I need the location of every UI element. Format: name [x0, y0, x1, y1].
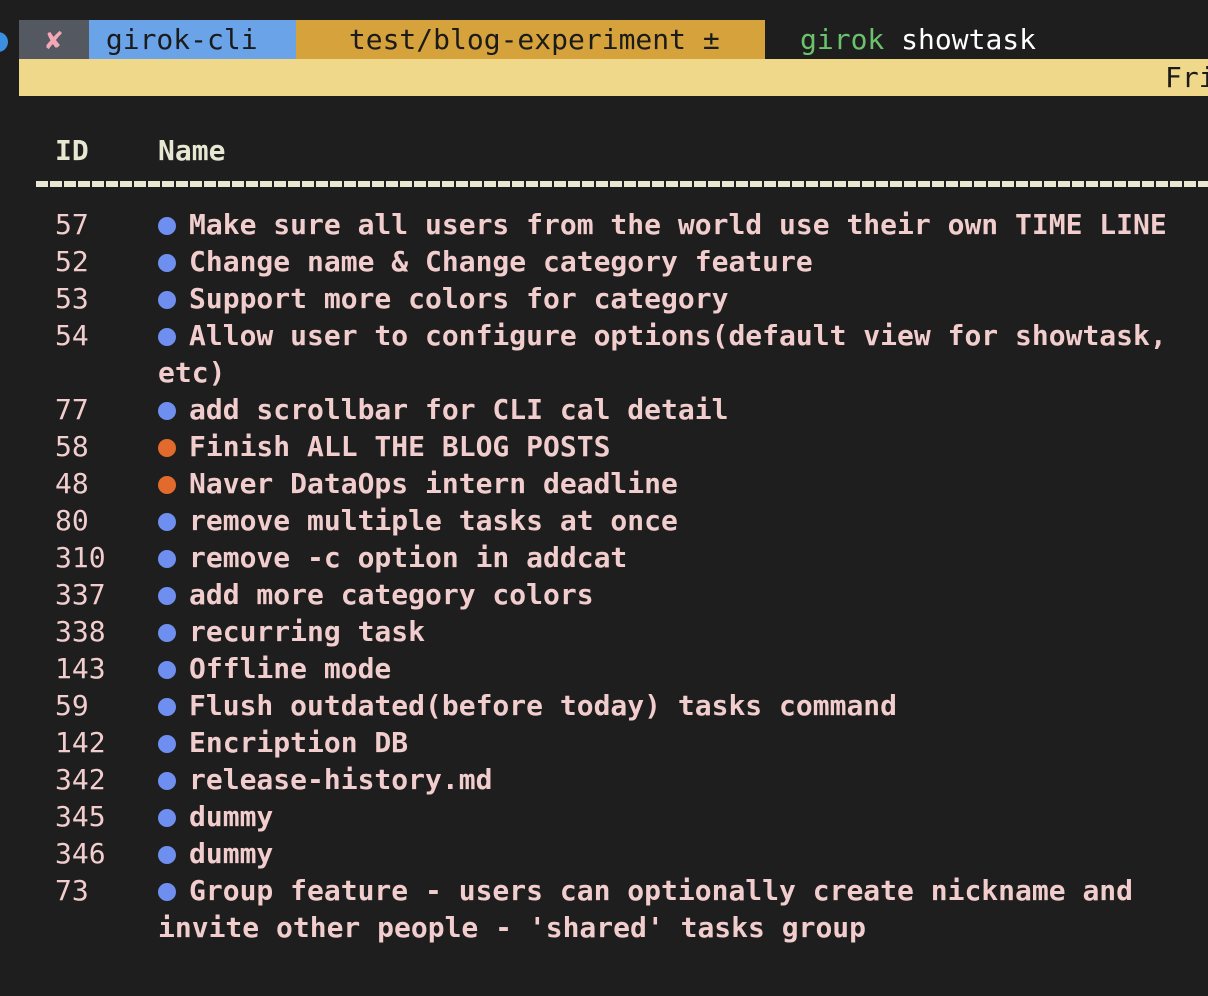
- name-column-header: Name: [158, 134, 226, 167]
- category-dot-icon: [158, 735, 176, 753]
- task-name: remove -c option in addcat: [158, 539, 1198, 576]
- id-column-header: ID: [55, 134, 89, 167]
- task-name-text: remove -c option in addcat: [189, 541, 628, 574]
- task-name-text: recurring task: [189, 615, 426, 648]
- task-name: remove multiple tasks at once: [158, 502, 1198, 539]
- task-name: Flush outdated(before today) tasks comma…: [158, 687, 1198, 724]
- task-id: 57: [55, 208, 89, 241]
- task-name-text: dummy: [189, 837, 274, 870]
- prompt-end-arrow-icon: [765, 20, 793, 59]
- directory-arrow-icon: [296, 20, 324, 59]
- category-dot-icon: [158, 291, 176, 309]
- task-name-text: add scrollbar for CLI cal detail: [189, 393, 729, 426]
- task-id: 58: [55, 430, 89, 463]
- task-id: 80: [55, 504, 89, 537]
- banner-text: Fri: [1165, 61, 1208, 94]
- date-banner: Fri: [19, 59, 1208, 96]
- task-name: dummy: [158, 835, 1198, 872]
- task-name: Naver DataOps intern deadline: [158, 465, 1198, 502]
- category-dot-icon: [158, 439, 176, 457]
- task-name: release-history.md: [158, 761, 1198, 798]
- task-name-text: dummy: [189, 800, 274, 833]
- task-id: 53: [55, 282, 89, 315]
- status-dot-icon: [0, 32, 8, 52]
- category-dot-icon: [158, 698, 176, 716]
- task-id: 77: [55, 393, 89, 426]
- task-id: 52: [55, 245, 89, 278]
- category-dot-icon: [158, 809, 176, 827]
- header-divider: [36, 181, 1208, 187]
- category-dot-icon: [158, 513, 176, 531]
- task-id: 48: [55, 467, 89, 500]
- task-name: Change name & Change category feature: [158, 243, 1198, 280]
- task-name-text: remove multiple tasks at once: [189, 504, 678, 537]
- directory-segment: girok-cli: [89, 20, 296, 59]
- command-name: girok: [800, 23, 885, 56]
- task-name-text: Encription DB: [189, 726, 409, 759]
- task-name: Offline mode: [158, 650, 1198, 687]
- task-id: 338: [55, 615, 106, 648]
- task-id: 59: [55, 689, 89, 722]
- task-name-text: Flush outdated(before today) tasks comma…: [189, 689, 898, 722]
- directory-name: girok-cli: [105, 23, 258, 56]
- task-id: 73: [55, 874, 89, 907]
- task-name: Make sure all users from the world use t…: [158, 206, 1198, 243]
- exit-status-segment: ✘: [19, 20, 89, 59]
- task-name-text: Support more colors for category: [189, 282, 729, 315]
- task-name: Group feature - users can optionally cre…: [158, 872, 1198, 946]
- category-dot-icon: [158, 772, 176, 790]
- category-dot-icon: [158, 328, 176, 346]
- task-id: 337: [55, 578, 106, 611]
- task-name-text: Offline mode: [189, 652, 392, 685]
- task-name: add scrollbar for CLI cal detail: [158, 391, 1198, 428]
- task-name: recurring task: [158, 613, 1198, 650]
- task-name-text: release-history.md: [189, 763, 493, 796]
- task-name: Support more colors for category: [158, 280, 1198, 317]
- command-argument: showtask: [901, 23, 1037, 56]
- category-dot-icon: [158, 402, 176, 420]
- task-id: 342: [55, 763, 106, 796]
- task-name-text: Change name & Change category feature: [189, 245, 813, 278]
- category-dot-icon: [158, 550, 176, 568]
- error-x-icon: ✘: [45, 23, 63, 56]
- category-dot-icon: [158, 846, 176, 864]
- task-id: 54: [55, 319, 89, 352]
- category-dot-icon: [158, 254, 176, 272]
- task-id: 143: [55, 652, 106, 685]
- category-dot-icon: [158, 587, 176, 605]
- task-name-text: add more category colors: [189, 578, 594, 611]
- task-name-text: Finish ALL THE BLOG POSTS: [189, 430, 611, 463]
- category-dot-icon: [158, 883, 176, 901]
- category-dot-icon: [158, 661, 176, 679]
- task-name-text: Group feature - users can optionally cre…: [158, 874, 1150, 944]
- task-id: 345: [55, 800, 106, 833]
- task-name: Finish ALL THE BLOG POSTS: [158, 428, 1198, 465]
- branch-name: test/blog-experiment ±: [348, 23, 720, 56]
- task-name-text: Naver DataOps intern deadline: [189, 467, 678, 500]
- task-id: 346: [55, 837, 106, 870]
- task-name-text: Allow user to configure options(default …: [158, 319, 1184, 389]
- git-branch-segment: test/blog-experiment ±: [296, 20, 765, 59]
- task-name: Encription DB: [158, 724, 1198, 761]
- task-name: Allow user to configure options(default …: [158, 317, 1198, 391]
- shell-prompt: ✘ test/blog-experiment ± girok-cli girok…: [0, 20, 1208, 59]
- category-dot-icon: [158, 624, 176, 642]
- task-name: dummy: [158, 798, 1198, 835]
- task-id: 142: [55, 726, 106, 759]
- task-id: 310: [55, 541, 106, 574]
- command-line[interactable]: girok showtask: [800, 20, 1036, 59]
- table-header: ID Name: [0, 130, 1208, 174]
- category-dot-icon: [158, 217, 176, 235]
- category-dot-icon: [158, 476, 176, 494]
- task-name-text: Make sure all users from the world use t…: [189, 208, 1167, 241]
- task-name: add more category colors: [158, 576, 1198, 613]
